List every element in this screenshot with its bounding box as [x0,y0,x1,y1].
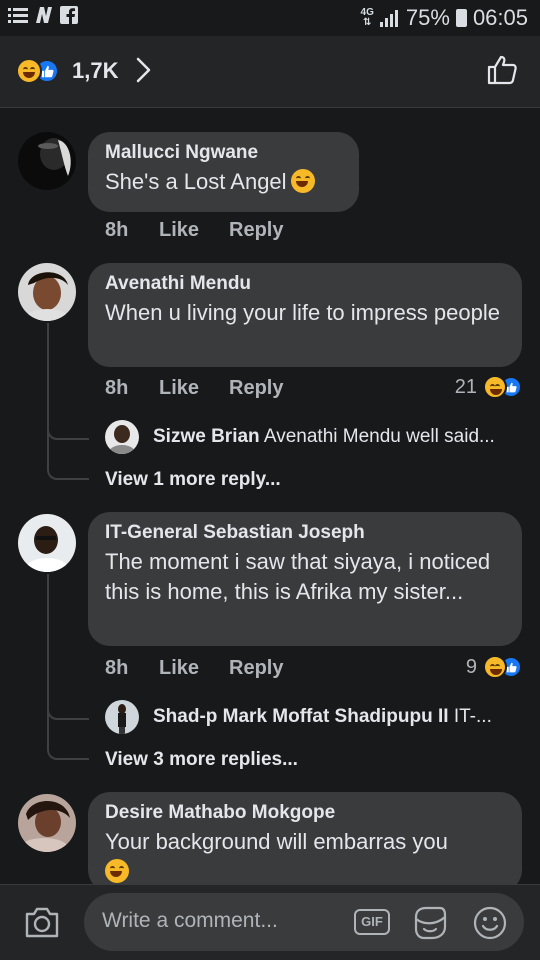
comment-text-content: Your background will embarras you [105,829,448,854]
thumbs-up-icon[interactable] [486,54,518,86]
laughing-emoji-icon [105,859,129,883]
commenter-name[interactable]: Mallucci Ngwane [105,141,343,165]
reply-button[interactable]: Reply [229,377,283,400]
signal-icon [379,10,398,27]
gif-button[interactable]: GIF [354,909,390,935]
haha-reaction-icon [483,375,507,399]
reply-button[interactable]: Reply [229,657,283,680]
reaction-number: 21 [454,375,477,398]
comment-text: When u living your life to impress peopl… [105,300,500,325]
reply-text: IT-... [453,706,492,727]
reaction-number: 9 [465,655,477,678]
reply-author[interactable]: Sizwe Brian [153,426,260,447]
reply-button[interactable]: Reply [229,219,283,242]
comment-time: 8h [105,377,129,399]
battery-percent: 75% [405,5,450,30]
emoji-icon[interactable] [472,905,508,941]
reply-preview[interactable]: Sizwe Brian Avenathi Mendu well said... [153,426,533,448]
reply-text: Avenathi Mendu well said... [263,426,495,447]
comment-time: 8h [105,219,129,241]
thread-connector [47,418,89,440]
comment-text: She's a Lost Angel [105,167,343,197]
comment-time: 8h [105,657,129,679]
haha-reaction-icon [483,655,507,679]
reaction-count[interactable]: 1,7K [72,58,118,84]
thread-connector [47,458,89,480]
reply-avatar[interactable] [105,420,139,454]
reply-preview[interactable]: Shad-p Mark Moffat Shadipupu II IT-... [153,706,513,728]
clock: 06:05 [472,5,528,30]
facebook-notification-icon [60,6,78,24]
reaction-summary[interactable] [16,58,59,84]
comment-bubble[interactable]: IT-General Sebastian Joseph The moment i… [88,512,522,646]
chevron-right-icon[interactable] [134,55,154,85]
avatar[interactable] [18,263,76,321]
comment-text-content: She's a Lost Angel [105,169,287,194]
system-status: 4G ⇅ 75% 06:05 [361,5,528,31]
comments-list[interactable]: Mallucci Ngwane She's a Lost Angel 8h Li… [0,108,540,884]
status-bar: 4G ⇅ 75% 06:05 [0,0,540,36]
reply-author[interactable]: Shad-p Mark Moffat Shadipupu II [153,706,449,727]
haha-reaction-icon [16,58,42,84]
laughing-emoji-icon [290,169,315,193]
comment-reaction-count[interactable]: 21 [455,375,522,399]
commenter-name[interactable]: Avenathi Mendu [105,272,506,296]
comment-composer: Write a comment... GIF [0,884,540,960]
like-button[interactable]: Like [159,219,229,242]
avatar[interactable] [18,132,76,190]
comment-text: The moment i saw that siyaya, i noticed … [105,549,491,604]
thread-connector [47,738,89,760]
commenter-name[interactable]: IT-General Sebastian Joseph [105,521,506,545]
comment-bubble[interactable]: Avenathi Mendu When u living your life t… [88,263,522,367]
thread-connector [47,698,89,720]
notification-icons [8,6,78,24]
comment-reaction-count[interactable]: 9 [466,655,522,679]
battery-icon [455,9,467,27]
network-type: 4G [360,7,374,18]
comment-text: Your background will embarras you [105,827,506,884]
avatar[interactable] [18,514,76,572]
view-more-replies-link[interactable]: View 1 more reply... [105,469,281,491]
camera-icon[interactable] [24,905,60,939]
n-app-icon [36,7,52,23]
comment-input-placeholder: Write a comment... [102,909,278,932]
menu-notification-icon [8,8,28,23]
like-button[interactable]: Like [159,657,229,680]
commenter-name[interactable]: Desire Mathabo Mokgope [105,801,506,825]
comment-bubble[interactable]: Desire Mathabo Mokgope Your background w… [88,792,522,884]
comment-actions: 8h Like Reply [105,657,283,680]
network-indicator: 4G ⇅ [360,7,374,28]
comment-actions: 8h Like Reply [105,219,283,242]
reactions-header: 1,7K [0,36,540,108]
avatar[interactable] [18,794,76,852]
comment-actions: 8h Like Reply [105,377,283,400]
like-button[interactable]: Like [159,377,229,400]
reply-avatar[interactable] [105,700,139,734]
comment-bubble[interactable]: Mallucci Ngwane She's a Lost Angel [88,132,359,212]
sticker-icon[interactable] [412,905,448,941]
comment-input[interactable]: Write a comment... GIF [84,893,524,951]
view-more-replies-link[interactable]: View 3 more replies... [105,749,298,771]
